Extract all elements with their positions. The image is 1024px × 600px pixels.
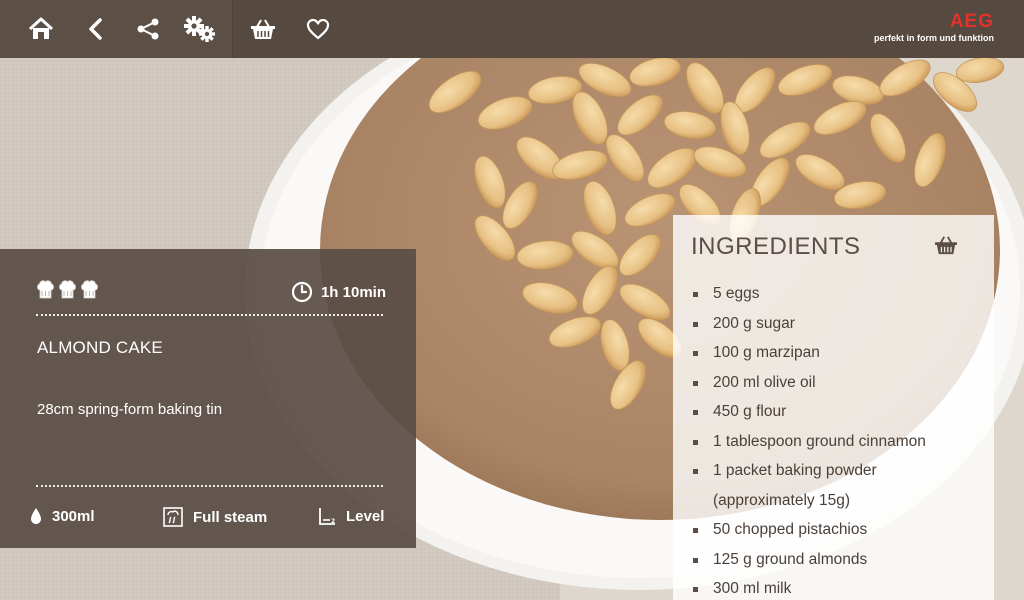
heart-icon [306,18,330,40]
shelf-level: 2 Level [318,507,384,525]
aeg-brand: AEG perfekt in form und funktion [874,12,994,44]
ingredient-item: 450 g flour [693,397,926,427]
back-icon [89,18,102,40]
ingredient-item: 50 chopped pistachios [693,515,926,545]
steam-mode: Full steam [163,507,267,527]
clock-icon [291,281,313,303]
back-button[interactable] [76,9,116,49]
difficulty-rating [36,279,99,299]
svg-text:2: 2 [331,518,335,525]
ingredient-item: 1 tablespoon ground cinnamon [693,427,926,457]
chef-hat-icon [59,280,76,299]
water-amount-value: 300ml [52,507,95,525]
add-to-basket-button[interactable] [934,235,958,259]
shopping-basket-button[interactable] [243,9,283,49]
ingredient-item: 5 eggs [693,279,926,309]
ingredient-line: 1 packet baking powder [713,462,877,479]
recipe-description: 28cm spring-form baking tin [37,401,223,418]
recipe-title: ALMOND CAKE [37,338,163,357]
chef-hat-icon [81,280,98,299]
cooking-time: 1h 10min [291,281,386,303]
settings-icon [184,16,215,42]
ingredient-item: 125 g ground almonds [693,545,926,575]
home-button[interactable] [21,9,61,49]
share-button[interactable] [128,9,168,49]
basket-icon [935,236,957,255]
chef-hat-icon [37,280,54,299]
ingredient-item: 300 ml milk [693,574,926,600]
favorite-button[interactable] [298,9,338,49]
ingredient-item: 200 ml olive oil [693,368,926,398]
brand-tagline: perfekt in form und funktion [874,33,994,43]
divider [36,485,383,487]
top-toolbar: AEG perfekt in form und funktion [0,0,1024,58]
recipe-info-panel: 1h 10min ALMOND CAKE 28cm spring-form ba… [0,249,416,548]
ingredient-item: 1 packet baking powder (approximately 15… [693,456,926,515]
ingredients-panel: INGREDIENTS 5 eggs 200 g sugar 100 g mar… [673,215,994,600]
cooking-time-value: 1h 10min [320,283,386,301]
aeg-logo: AEG [949,11,994,32]
shelf-level-value: Level [346,507,385,525]
home-icon [28,17,54,39]
steam-icon [163,507,183,527]
basket-icon [251,19,275,39]
ingredient-item: 200 g sugar [693,309,926,339]
share-icon [137,18,159,40]
ingredient-item: 100 g marzipan [693,338,926,368]
divider [36,314,383,316]
ingredient-line: (approximately 15g) [713,491,850,509]
settings-button[interactable] [180,9,220,49]
ingredients-heading: INGREDIENTS [691,233,861,260]
shelf-level-icon: 2 [319,508,335,525]
ingredients-list: 5 eggs 200 g sugar 100 g marzipan 200 ml… [693,279,926,600]
steam-mode-value: Full steam [193,508,268,526]
water-amount: 300ml [30,507,95,525]
toolbar-divider [232,0,233,58]
water-drop-icon [31,508,41,524]
